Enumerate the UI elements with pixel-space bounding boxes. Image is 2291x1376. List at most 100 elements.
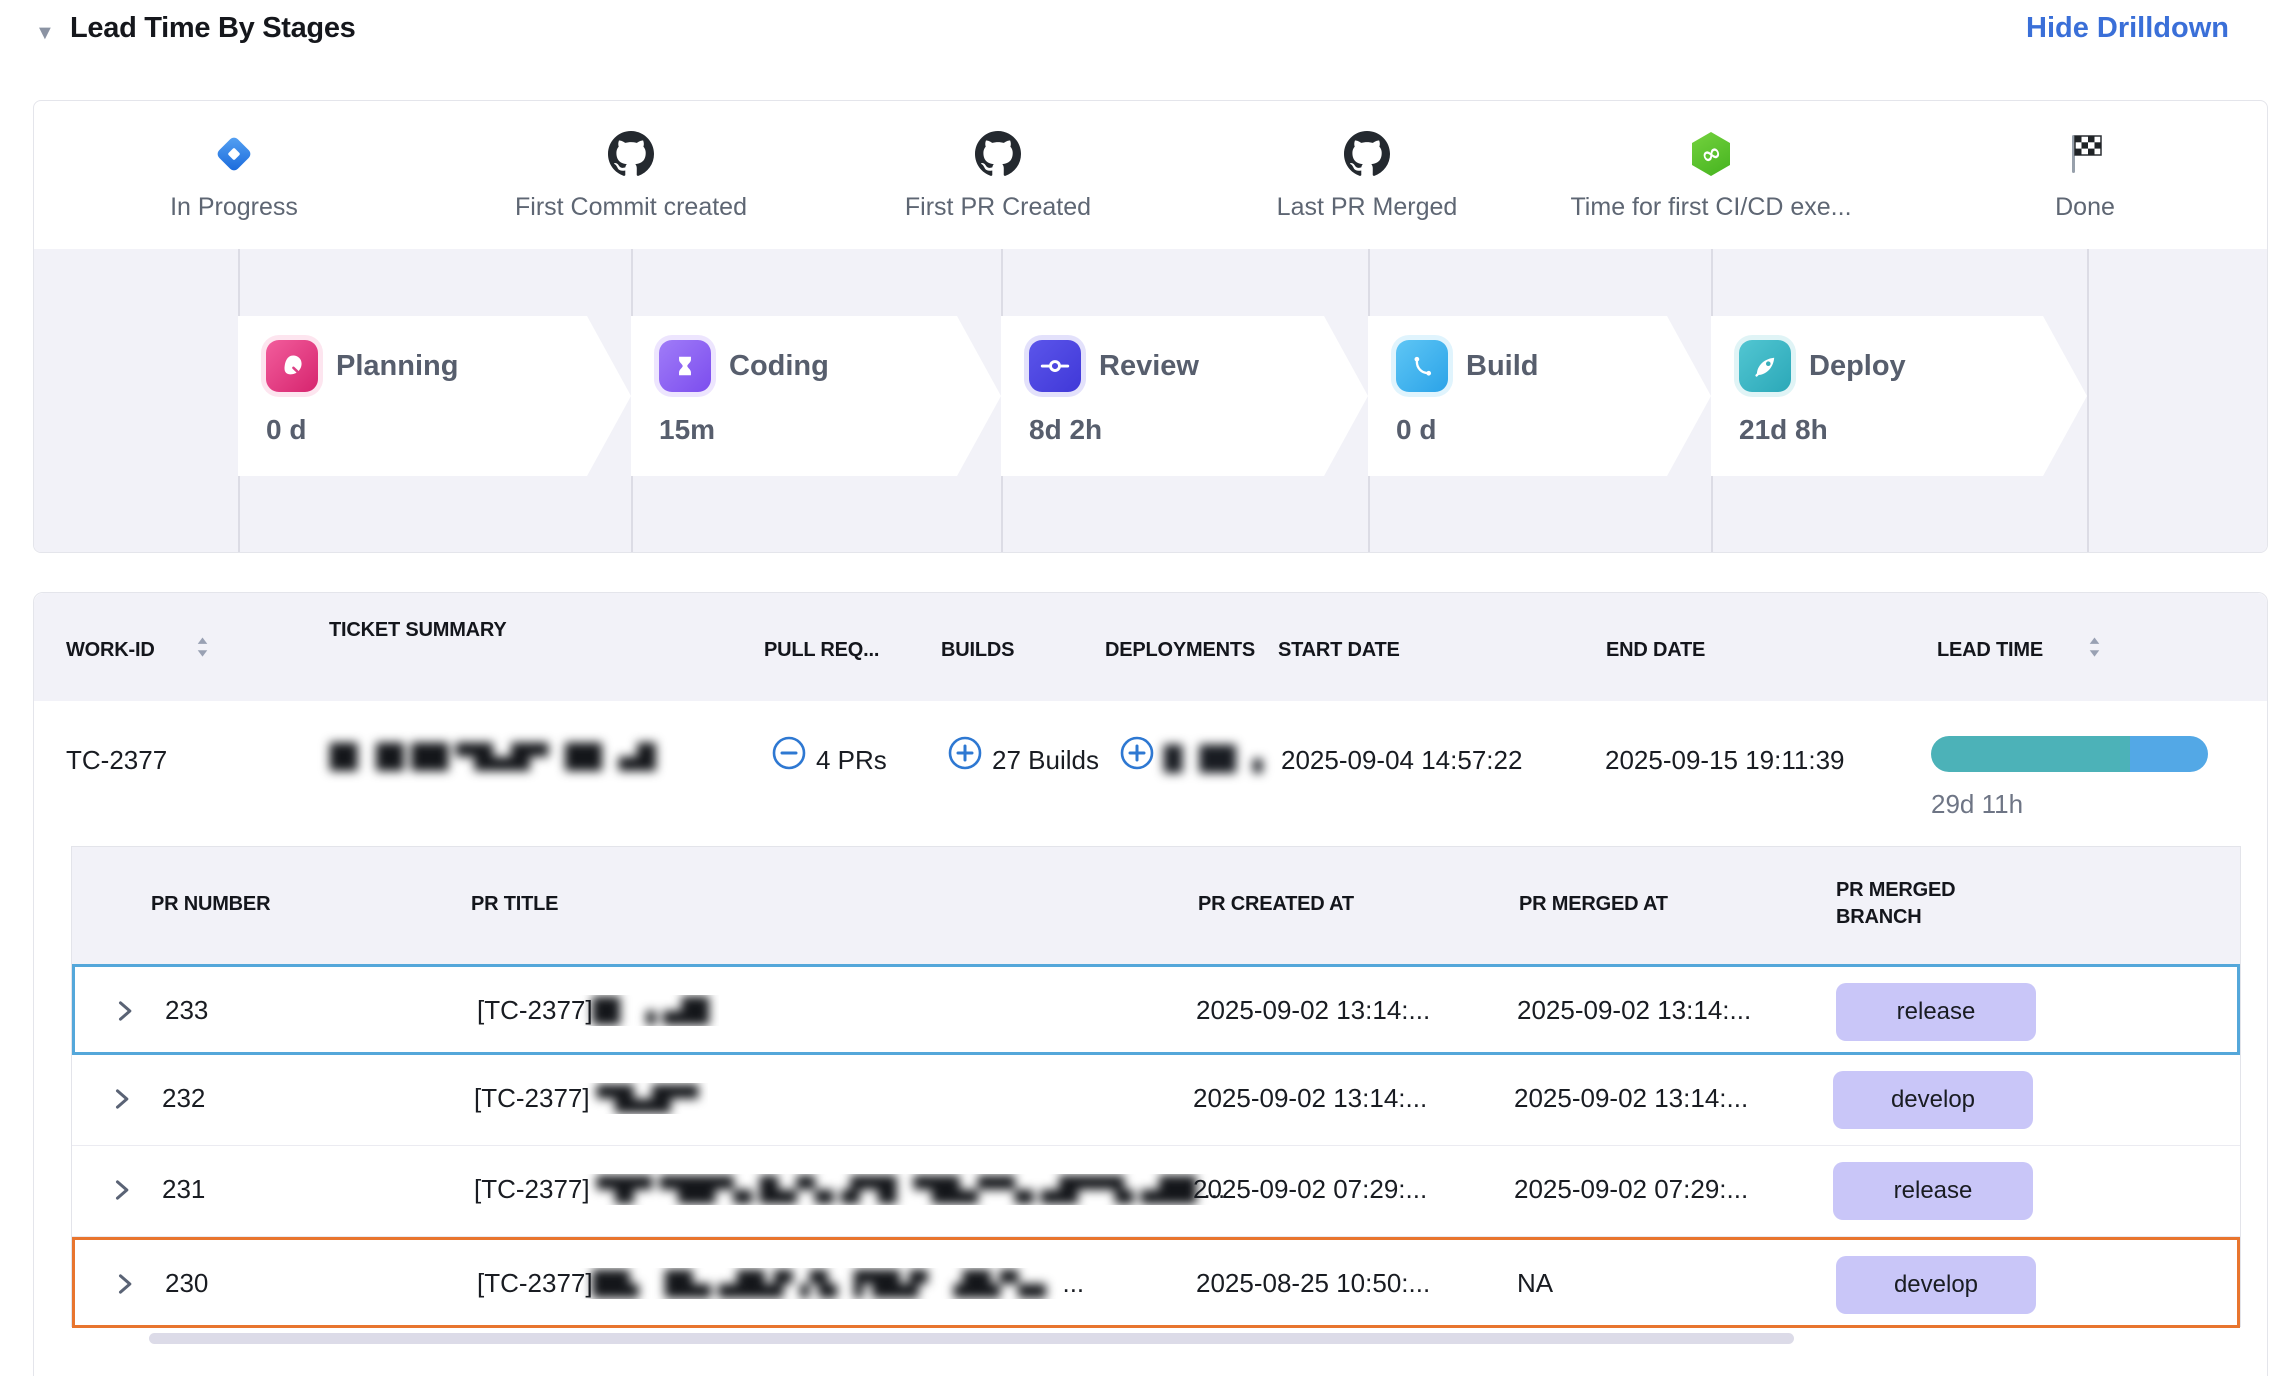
col-deployments: DEPLOYMENTS [1105,637,1255,664]
checkered-flag-icon [1915,123,2255,185]
milestone-label: In Progress [64,193,404,222]
github-icon [1197,123,1537,185]
pr-title: [TC-2377] ▀█▀ ▀██▀▄ █▄▀▄ ▟▀█ ▝▜█▄▀▀▄ ▄█▀… [474,1174,1225,1205]
pr-merged-at: 2025-09-02 07:29:... [1514,1174,1748,1205]
work-items-table: WORK-ID TICKET SUMMARY PULL REQ... BUILD… [33,592,2268,1376]
milestone-label: Last PR Merged [1197,193,1537,222]
pr-number: 232 [162,1083,205,1114]
stage-duration: 0 d [266,414,631,446]
stage-divider [2087,249,2089,553]
stage-review[interactable]: Review 8d 2h [1001,316,1368,476]
stage-name: Review [1099,350,1199,383]
branch-badge: release [1836,983,2036,1041]
col-pr-title: PR TITLE [471,891,558,918]
col-pr-created-at: PR CREATED AT [1198,891,1354,918]
sort-icon[interactable] [194,635,211,664]
lead-time-bar [1931,736,2208,772]
expand-deployments-button[interactable] [1119,735,1155,771]
rocket-icon [1739,340,1791,392]
col-start-date: START DATE [1278,637,1400,664]
branch-badge: release [1833,1162,2033,1220]
stage-name: Coding [729,350,829,383]
stage-name: Build [1466,350,1539,383]
col-pr-merged-at: PR MERGED AT [1519,891,1668,918]
pr-title: [TC-2377]██▖ ▐█▄ ▄█▙▛ ▞▙ ▐▜█▟▘ ▗█▙▀▄▖ ..… [477,1268,1084,1299]
pr-created-at: 2025-09-02 13:14:... [1193,1083,1427,1114]
milestone-cicd: ∞ Time for first CI/CD exe... [1541,101,1881,222]
collapse-triangle-icon[interactable]: ▼ [35,22,55,45]
expand-builds-button[interactable] [947,735,983,771]
planning-icon [266,340,318,392]
pull-requests-count: 4 PRs [816,745,887,776]
stage-name: Planning [336,350,458,383]
start-date-value: 2025-09-04 14:57:22 [1281,745,1522,776]
pr-created-at: 2025-09-02 07:29:... [1193,1174,1427,1205]
hide-drilldown-link[interactable]: Hide Drilldown [2026,12,2229,45]
stage-duration: 8d 2h [1029,414,1368,446]
collapse-prs-button[interactable] [771,735,807,771]
stages-card: In Progress First Commit created First P… [33,100,2268,553]
pr-row-233[interactable]: 233 [TC-2377]█▌ ▗ ▄█▌ 2025-09-02 13:14:.… [72,964,2240,1055]
stage-deploy[interactable]: Deploy 21d 8h [1711,316,2087,476]
pr-merged-at: NA [1517,1268,1553,1299]
git-commit-icon [1029,340,1081,392]
github-icon [461,123,801,185]
github-icon [828,123,1168,185]
milestone-label: Done [1915,193,2255,222]
col-pull-requests: PULL REQ... [764,637,879,664]
col-builds: BUILDS [941,637,1014,664]
chevron-right-icon[interactable] [107,1176,135,1209]
col-pr-number: PR NUMBER [151,891,270,918]
jira-diamond-icon [64,123,404,185]
pr-created-at: 2025-08-25 10:50:... [1196,1268,1430,1299]
lead-time-bar-segment-teal [1931,736,2130,772]
milestone-in-progress: In Progress [64,101,404,222]
horizontal-scrollbar-thumb[interactable] [149,1333,1794,1344]
chevron-right-icon[interactable] [107,1085,135,1118]
milestone-done: Done [1915,101,2255,222]
stage-duration: 21d 8h [1739,414,2087,446]
pr-row-230[interactable]: 230 [TC-2377]██▖ ▐█▄ ▄█▙▛ ▞▙ ▐▜█▟▘ ▗█▙▀▄… [72,1237,2240,1328]
chevron-right-icon[interactable] [110,1270,138,1303]
pr-row-232[interactable]: 232 [TC-2377] ▀█▄█▀▘ 2025-09-02 13:14:..… [72,1055,2240,1146]
milestone-first-pr: First PR Created [828,101,1168,222]
lead-time-value: 29d 11h [1931,789,2023,820]
pr-number: 230 [165,1268,208,1299]
deployments-redacted: █ ▐█▌ ▖ [1164,745,1272,773]
pr-row-231[interactable]: 231 [TC-2377] ▀█▀ ▀██▀▄ █▄▀▄ ▟▀█ ▝▜█▄▀▀▄… [72,1146,2240,1237]
milestone-last-pr-merged: Last PR Merged [1197,101,1537,222]
pr-created-at: 2025-09-02 13:14:... [1196,995,1430,1026]
chevron-right-icon[interactable] [110,997,138,1030]
lead-time-by-stages-panel: ▼ Lead Time By Stages Hide Drilldown In … [0,0,2291,1376]
builds-count: 27 Builds [992,745,1099,776]
milestone-label: First Commit created [461,193,801,222]
stage-name: Deploy [1809,350,1906,383]
stage-coding[interactable]: Coding 15m [631,316,1001,476]
stage-duration: 15m [659,414,1001,446]
col-ticket-summary: TICKET SUMMARY [329,617,509,644]
col-pr-merged-branch: PR MERGED BRANCH [1836,877,1976,931]
hourglass-icon [659,340,711,392]
col-end-date: END DATE [1606,637,1705,664]
pr-number: 231 [162,1174,205,1205]
stage-duration: 0 d [1396,414,1711,446]
ticket-summary-redacted: █▌▐█ ██ ▀█▄█▀ ▐█▌ ▄█ [330,743,656,771]
milestone-label: First PR Created [828,193,1168,222]
pr-table: PR NUMBER PR TITLE PR CREATED AT PR MERG… [71,846,2241,1327]
pr-title: [TC-2377]█▌ ▗ ▄█▌ [477,995,719,1026]
cicd-infinity-icon: ∞ [1541,123,1881,185]
pr-merged-at: 2025-09-02 13:14:... [1514,1083,1748,1114]
col-lead-time: LEAD TIME [1937,637,2043,664]
lead-time-bar-segment-blue [2130,736,2208,772]
milestone-label: Time for first CI/CD exe... [1541,193,1881,222]
sort-icon[interactable] [2086,635,2103,664]
stage-planning[interactable]: Planning 0 d [238,316,631,476]
branch-badge: develop [1836,1256,2036,1314]
branch-badge: develop [1833,1071,2033,1129]
stage-build[interactable]: Build 0 d [1368,316,1711,476]
pr-merged-at: 2025-09-02 13:14:... [1517,995,1751,1026]
col-work-id: WORK-ID [66,637,155,664]
pr-number: 233 [165,995,208,1026]
page-title: Lead Time By Stages [70,12,356,45]
git-branch-icon [1396,340,1448,392]
